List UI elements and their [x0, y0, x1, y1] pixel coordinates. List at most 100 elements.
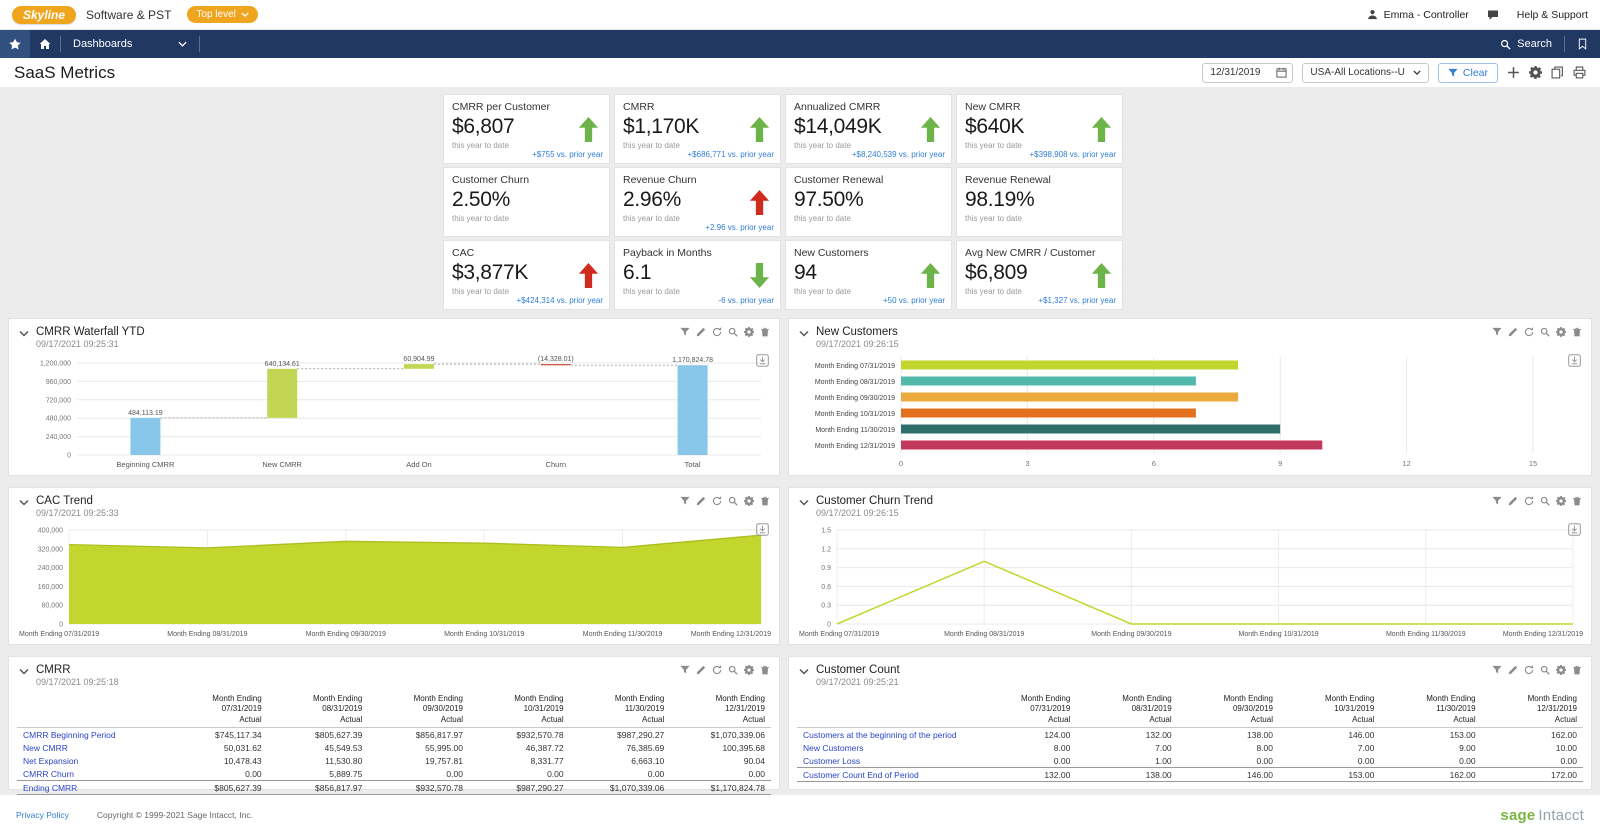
kpi-card-customer-renewal[interactable]: Customer Renewal 97.50% this year to date [785, 167, 952, 237]
zoom-icon[interactable] [728, 665, 738, 675]
privacy-policy-link[interactable]: Privacy Policy [16, 810, 69, 820]
refresh-icon[interactable] [712, 496, 722, 506]
table-cell: 0.00 [245, 768, 262, 779]
export-chart-button[interactable] [756, 352, 769, 365]
row-label-link[interactable]: New Customers [797, 741, 975, 754]
edit-icon[interactable] [696, 327, 706, 337]
export-chart-button[interactable] [1568, 521, 1581, 534]
settings-icon[interactable] [1556, 496, 1566, 506]
cac-trend-chart[interactable]: 0 80,000 160,000 240,000 320,000 400,000 Month… [17, 520, 773, 640]
duplicate-icon[interactable] [1551, 66, 1564, 79]
edit-icon[interactable] [1508, 327, 1518, 337]
edit-icon[interactable] [1508, 665, 1518, 675]
new-customers-chart[interactable]: 0 3 6 9 12 15 Month Ending 07/31/2019 Month End… [797, 351, 1585, 471]
table-row: Customers at the beginning of the period… [797, 728, 1583, 742]
collapse-chevron-icon[interactable] [799, 499, 809, 506]
filter-icon[interactable] [1492, 665, 1502, 675]
edit-icon[interactable] [696, 496, 706, 506]
user-menu[interactable]: Emma - Controller [1367, 9, 1469, 21]
row-label-link[interactable]: Customer Count End of Period [797, 767, 975, 783]
kpi-card-customer-churn[interactable]: Customer Churn 2.50% this year to date [443, 167, 610, 237]
collapse-chevron-icon[interactable] [799, 668, 809, 675]
filter-icon[interactable] [680, 496, 690, 506]
delete-icon[interactable] [760, 327, 770, 337]
row-label-link[interactable]: Customer Loss [797, 754, 975, 768]
search-button[interactable]: Search [1500, 38, 1552, 50]
kpi-card-payback-in-months[interactable]: Payback in Months 6.1 this year to date -6 … [614, 240, 781, 310]
kpi-card-avg-new-cmrr-customer[interactable]: Avg New CMRR / Customer $6,809 this year t… [956, 240, 1123, 310]
refresh-icon[interactable] [712, 327, 722, 337]
refresh-icon[interactable] [712, 665, 722, 675]
kpi-card-cmrr-per-customer[interactable]: CMRR per Customer $6,807 this year to date… [443, 94, 610, 164]
location-filter-select[interactable]: USA-All Locations--U [1302, 62, 1429, 83]
kpi-delta: +$755 vs. prior year [532, 150, 603, 159]
zoom-icon[interactable] [1540, 665, 1550, 675]
filter-icon[interactable] [680, 327, 690, 337]
row-label-link[interactable]: Net Expansion [17, 754, 167, 767]
kpi-card-revenue-renewal[interactable]: Revenue Renewal 98.19% this year to date [956, 167, 1123, 237]
refresh-icon[interactable] [1524, 327, 1534, 337]
dashboard-settings-icon[interactable] [1529, 66, 1542, 79]
delete-icon[interactable] [1572, 496, 1582, 506]
zoom-icon[interactable] [728, 496, 738, 506]
row-label-link[interactable]: Ending CMRR [17, 780, 167, 796]
user-name: Emma - Controller [1383, 8, 1469, 21]
dashboards-menu[interactable]: Dashboards [61, 38, 199, 50]
collapse-chevron-icon[interactable] [19, 668, 29, 675]
date-filter-input[interactable] [1208, 66, 1273, 79]
table-row: Customer Count End of Period 132.00 138.00… [797, 767, 1583, 783]
collapse-chevron-icon[interactable] [19, 499, 29, 506]
kpi-card-cmrr[interactable]: CMRR $1,170K this year to date +$686,771 vs… [614, 94, 781, 164]
help-support-link[interactable]: Help & Support [1517, 9, 1588, 21]
filter-icon[interactable] [1492, 496, 1502, 506]
kpi-title: CMRR per Customer [452, 101, 551, 113]
column-header: Month Ending 12/31/2019 Actual [670, 694, 771, 729]
clear-filters-button[interactable]: Clear [1437, 62, 1498, 83]
delete-icon[interactable] [1572, 327, 1582, 337]
row-label-link[interactable]: CMRR Beginning Period [17, 728, 167, 742]
zoom-icon[interactable] [728, 327, 738, 337]
cmrr-waterfall-chart[interactable]: 0 240,000 480,000 720,000 960,000 1,200,000 48… [17, 351, 773, 471]
settings-icon[interactable] [744, 665, 754, 675]
print-icon[interactable] [1573, 66, 1586, 79]
kpi-card-cac[interactable]: CAC $3,877K this year to date +$424,314 vs.… [443, 240, 610, 310]
export-chart-button[interactable] [756, 521, 769, 534]
collapse-chevron-icon[interactable] [19, 330, 29, 337]
zoom-icon[interactable] [1540, 327, 1550, 337]
settings-icon[interactable] [744, 327, 754, 337]
refresh-icon[interactable] [1524, 496, 1534, 506]
row-label-link[interactable]: New CMRR [17, 741, 167, 754]
delete-icon[interactable] [760, 665, 770, 675]
main-nav: Dashboards Search [0, 30, 1600, 58]
refresh-icon[interactable] [1524, 665, 1534, 675]
row-label-link[interactable]: Customers at the beginning of the period [797, 728, 975, 742]
kpi-card-revenue-churn[interactable]: Revenue Churn 2.96% this year to date +2.96… [614, 167, 781, 237]
collapse-chevron-icon[interactable] [799, 330, 809, 337]
settings-icon[interactable] [1556, 327, 1566, 337]
filter-icon[interactable] [680, 665, 690, 675]
kpi-card-new-cmrr[interactable]: New CMRR $640K this year to date +$398,908 … [956, 94, 1123, 164]
calendar-icon[interactable] [1276, 67, 1287, 78]
table-cell: 5,889.75 [329, 768, 363, 779]
delete-icon[interactable] [1572, 665, 1582, 675]
date-filter [1202, 62, 1294, 83]
entity-selector-top-level[interactable]: Top level [187, 6, 258, 23]
favorites-star-button[interactable] [0, 30, 30, 58]
home-button[interactable] [30, 30, 60, 58]
filter-icon[interactable] [1492, 327, 1502, 337]
svg-text:0.6: 0.6 [821, 584, 831, 591]
export-chart-button[interactable] [1568, 352, 1581, 365]
customer-churn-trend-chart[interactable]: 0 0.3 0.6 0.9 1.2 1.5 Month Ending 07/31/2019 M… [797, 520, 1585, 640]
settings-icon[interactable] [744, 496, 754, 506]
delete-icon[interactable] [760, 496, 770, 506]
edit-icon[interactable] [696, 665, 706, 675]
zoom-icon[interactable] [1540, 496, 1550, 506]
edit-icon[interactable] [1508, 496, 1518, 506]
chat-icon[interactable] [1487, 9, 1499, 21]
bookmark-icon[interactable] [1577, 38, 1588, 50]
kpi-card-new-customers[interactable]: New Customers 94 this year to date +50 vs. … [785, 240, 952, 310]
add-component-icon[interactable] [1507, 66, 1520, 79]
settings-icon[interactable] [1556, 665, 1566, 675]
kpi-card-annualized-cmrr[interactable]: Annualized CMRR $14,049K this year to date… [785, 94, 952, 164]
row-label-link[interactable]: CMRR Churn [17, 767, 167, 781]
